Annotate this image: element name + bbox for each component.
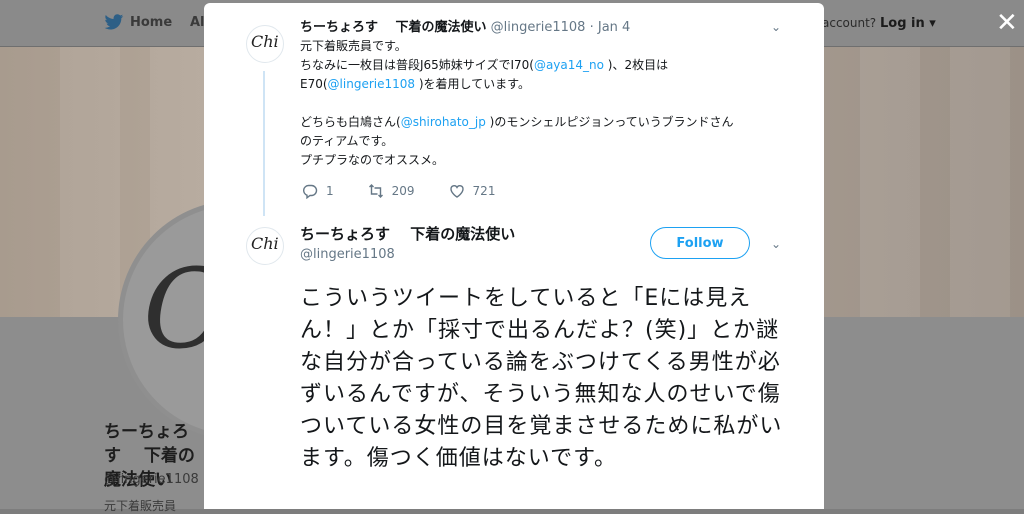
twitter-bird-icon xyxy=(104,14,124,30)
tweet2-author-handle[interactable]: @lingerie1108 xyxy=(300,247,395,262)
retweet-count: 209 xyxy=(391,184,415,198)
tweet1-blank-line xyxy=(300,94,810,113)
retweet-button[interactable]: 209 xyxy=(368,183,415,199)
account-prompt: account? xyxy=(822,16,877,30)
mention-link[interactable]: @lingerie1108 xyxy=(328,77,415,91)
mention-link[interactable]: @aya14_no xyxy=(534,58,604,72)
thread-connector-line xyxy=(263,71,265,216)
reply-count: 1 xyxy=(326,184,334,198)
close-modal-button[interactable]: ✕ xyxy=(996,10,1018,36)
tweet1-line: E70(@lingerie1108 )を着用しています。 xyxy=(300,77,530,91)
tweet1-line: のティアムです。 xyxy=(300,134,394,148)
like-count: 721 xyxy=(472,184,496,198)
tweet1-header: ちーちょろす 下着の魔法使い @lingerie1108 · Jan 4 xyxy=(300,16,630,35)
tweet1-line: プチプラなのでオススメ。 xyxy=(300,153,445,167)
tweet2-author-name[interactable]: ちーちょろす 下着の魔法使い xyxy=(300,223,515,244)
login-link[interactable]: Log in ▾ xyxy=(880,16,936,31)
nav-account-area: account? Log in ▾ xyxy=(822,16,936,31)
tweet1-text: 元下着販売員です。 ちなみに一枚目は普段J65姉妹サイズでI70(@aya14_… xyxy=(300,37,810,170)
nav-home-label: Home xyxy=(130,15,173,30)
tweet1-line: どちらも白鳩さん(@shirohato_jp )のモンシェルピジョンっていうブラ… xyxy=(300,115,734,129)
follow-button[interactable]: Follow xyxy=(650,227,750,259)
tweet1-chevron-down-icon[interactable]: ⌄ xyxy=(771,20,781,34)
mention-link[interactable]: @shirohato_jp xyxy=(401,115,486,129)
tweet1-separator: · xyxy=(589,20,594,35)
tweet1-author-handle[interactable]: @lingerie1108 xyxy=(491,20,586,35)
tweet1-line: ちなみに一枚目は普段J65姉妹サイズでI70(@aya14_no )、2枚目は xyxy=(300,58,669,72)
reply-icon xyxy=(303,184,318,199)
tweet1-avatar[interactable]: Chi xyxy=(246,25,284,63)
profile-bio: 元下着販売員 xyxy=(104,499,177,513)
tweet1-date[interactable]: Jan 4 xyxy=(598,20,630,35)
tweet1-author-name[interactable]: ちーちょろす 下着の魔法使い xyxy=(300,20,487,35)
nav-truncated-link[interactable]: Al xyxy=(190,15,205,30)
reply-button[interactable]: 1 xyxy=(302,183,334,199)
retweet-icon xyxy=(368,184,383,198)
tweet2-avatar[interactable]: Chi xyxy=(246,227,284,265)
like-button[interactable]: 721 xyxy=(449,183,496,199)
tweet-modal: Chi ちーちょろす 下着の魔法使い @lingerie1108 · Jan 4… xyxy=(204,3,824,509)
profile-handle: @lingerie1108 xyxy=(104,472,199,487)
tweet2-text: こういうツイートをしていると「Eには見えん！」とか「採寸で出るんだよ？(笑)」と… xyxy=(300,286,783,471)
tweet1-actions: 1 209 721 xyxy=(302,183,529,199)
heart-icon xyxy=(449,185,464,198)
tweet1-line: 元下着販売員です。 xyxy=(300,39,407,53)
tweet2-chevron-down-icon[interactable]: ⌄ xyxy=(771,237,781,251)
nav-home-link[interactable]: Home xyxy=(104,14,172,31)
